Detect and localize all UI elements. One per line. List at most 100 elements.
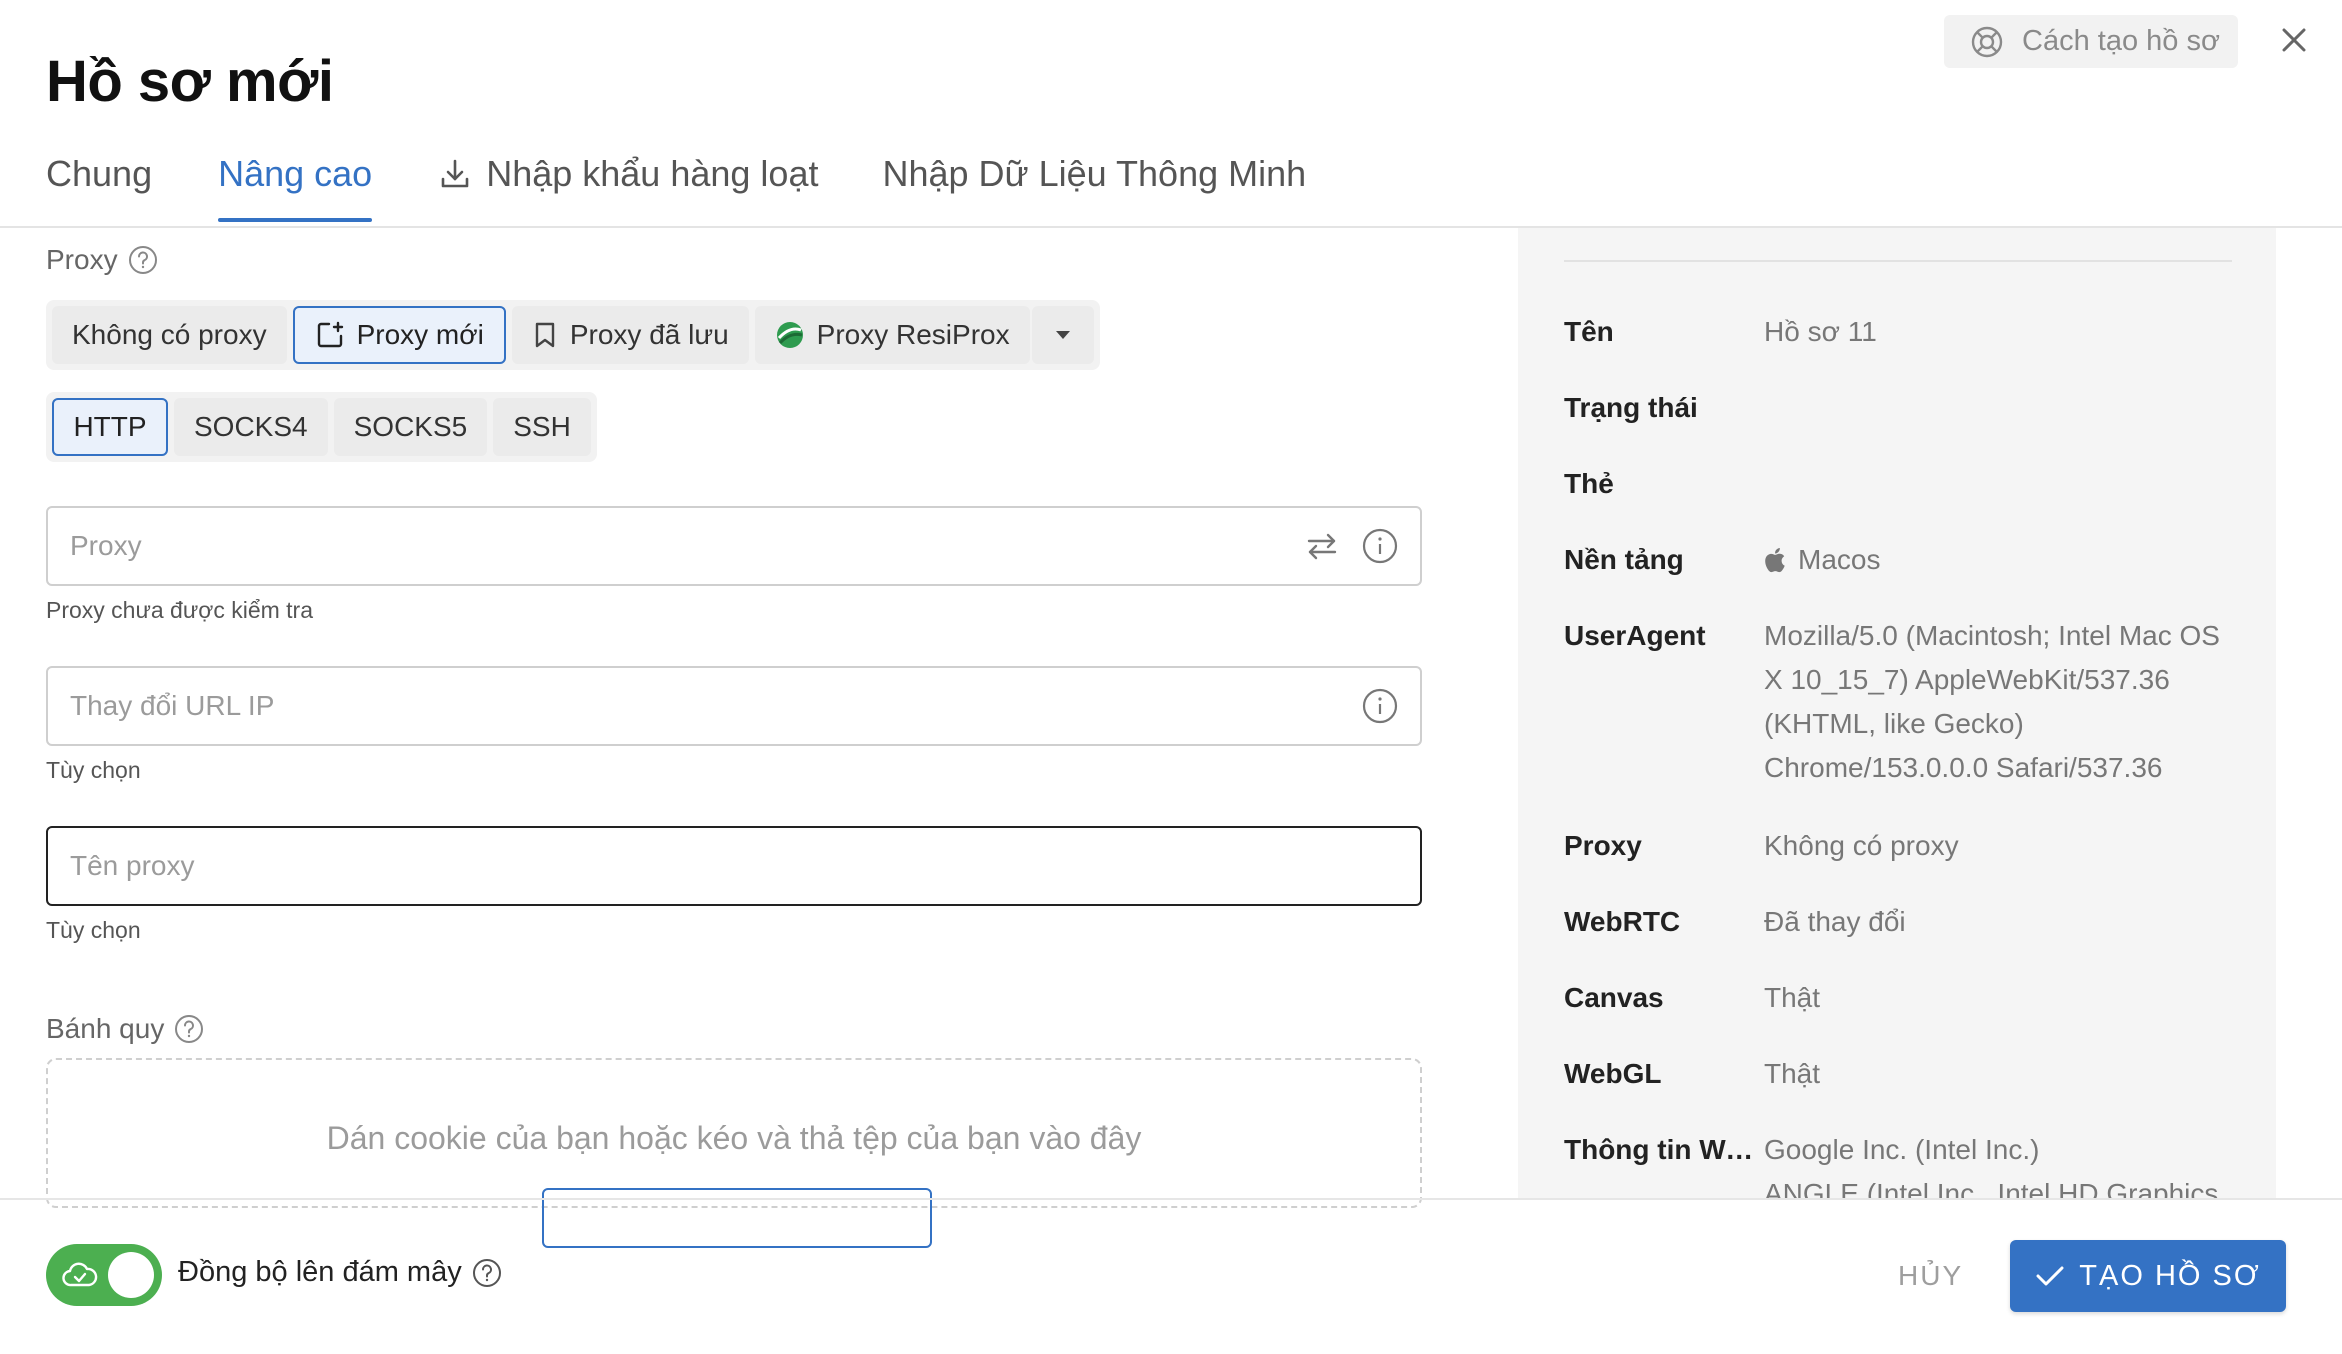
footer-divider <box>0 1198 2342 1200</box>
download-icon <box>438 157 472 191</box>
tab-advanced-label: Nâng cao <box>218 153 373 194</box>
summary-key: Proxy <box>1564 830 1642 861</box>
proxy-section-title: Proxy <box>46 244 118 275</box>
how-to-create-profile-button[interactable]: Cách tạo hồ sơ <box>1944 15 2238 68</box>
summary-row-useragent: UserAgent Mozilla/5.0 (Macintosh; Intel … <box>1564 614 2224 790</box>
close-button[interactable] <box>2272 18 2316 62</box>
create-profile-button[interactable]: TẠO HỒ SƠ <box>2010 1240 2286 1312</box>
help-icon[interactable] <box>472 1258 502 1288</box>
saved-proxy-label: Proxy đã lưu <box>569 319 729 350</box>
summary-value: Thật <box>1764 1058 1821 1089</box>
cookie-upload-button[interactable] <box>542 1188 932 1248</box>
summary-key: Thông tin We... <box>1564 1134 1764 1165</box>
summary-value: ANGLE (Intel Inc., Intel HD Graphics <box>1764 1178 2219 1198</box>
resiprox-option[interactable]: Proxy ResiProx <box>754 306 1030 364</box>
summary-value: Thật <box>1764 982 1821 1013</box>
proxy-name-helper-text: Tùy chọn <box>46 917 141 943</box>
cloud-sync-label: Đồng bộ lên đám mây <box>178 1256 502 1289</box>
proxy-name-input[interactable] <box>70 850 1398 882</box>
tab-bulk-import[interactable]: Nhập khẩu hàng loạt <box>438 140 818 208</box>
summary-value: Mozilla/5.0 (Macintosh; Intel Mac OS X 1… <box>1764 620 2220 783</box>
toggle-knob <box>108 1252 154 1298</box>
resiprox-label: Proxy ResiProx <box>816 319 1010 350</box>
type-socks5-label: SOCKS5 <box>353 411 468 442</box>
apple-icon <box>1764 547 1786 573</box>
no-proxy-option[interactable]: Không có proxy <box>52 306 287 364</box>
proxy-provider-dropdown[interactable] <box>1031 306 1094 364</box>
close-icon <box>2280 26 2308 54</box>
summary-platform-value: Macos <box>1798 544 1881 575</box>
summary-key: Nền tảng <box>1564 544 1684 575</box>
type-ssh-option[interactable]: SSH <box>493 398 591 456</box>
check-icon <box>2035 1264 2065 1288</box>
summary-row-proxy: Proxy Không có proxy <box>1564 824 2234 868</box>
summary-row-platform: Nền tảng Macos <box>1564 538 2234 582</box>
type-http-option[interactable]: HTTP <box>52 398 168 456</box>
summary-key: Tên <box>1564 316 1614 347</box>
info-icon[interactable] <box>1362 528 1398 564</box>
proxy-type-selector: HTTP SOCKS4 SOCKS5 SSH <box>46 392 597 462</box>
type-socks5-option[interactable]: SOCKS5 <box>333 398 488 456</box>
bookmark-icon <box>532 321 558 349</box>
tab-smart-import-label: Nhập Dữ Liệu Thông Minh <box>882 153 1307 194</box>
summary-row-webgl-info-cont: ANGLE (Intel Inc., Intel HD Graphics <box>1564 1172 2234 1198</box>
summary-row-canvas: Canvas Thật <box>1564 976 2234 1020</box>
summary-value: Đã thay đổi <box>1764 906 1906 937</box>
summary-value <box>1764 386 2234 430</box>
summary-key: WebRTC <box>1564 906 1681 937</box>
resiprox-logo-icon <box>775 320 805 350</box>
summary-value: Macos <box>1764 538 2234 582</box>
new-proxy-label: Proxy mới <box>356 319 484 350</box>
how-to-create-profile-label: Cách tạo hồ sơ <box>2022 25 2220 57</box>
tab-smart-import[interactable]: Nhập Dữ Liệu Thông Minh <box>882 140 1306 208</box>
summary-divider <box>1564 260 2232 262</box>
proxy-mode-selector: Không có proxy Proxy mới Proxy đã lưu Pr… <box>46 300 1100 370</box>
proxy-helper-text: Proxy chưa được kiểm tra <box>46 597 314 623</box>
type-socks4-label: SOCKS4 <box>194 411 308 442</box>
swap-icon[interactable] <box>1306 531 1338 561</box>
proxy-name-wrapper <box>46 826 1422 906</box>
summary-row-webgl: WebGL Thật <box>1564 1052 2234 1096</box>
summary-key: UserAgent <box>1564 620 1706 651</box>
cookie-dropzone-text: Dán cookie của bạn hoặc kéo và thả tệp c… <box>326 1120 1142 1156</box>
proxy-input-wrapper <box>46 506 1422 586</box>
summary-value: Hồ sơ 11 <box>1764 316 1877 347</box>
summary-value: Google Inc. (Intel Inc.) <box>1764 1134 2040 1165</box>
cookies-section-title: Bánh quy <box>46 1013 165 1044</box>
saved-proxy-option[interactable]: Proxy đã lưu <box>511 306 749 364</box>
cancel-button[interactable]: HỦY <box>1898 1240 1963 1312</box>
change-ip-url-input[interactable] <box>70 690 1362 722</box>
tab-advanced[interactable]: Nâng cao <box>218 140 373 222</box>
cookies-section-label: Bánh quy <box>46 1013 204 1045</box>
summary-row-name: Tên Hồ sơ 11 <box>1564 310 2234 354</box>
summary-key <box>1564 1172 1764 1198</box>
type-http-label: HTTP <box>73 411 147 442</box>
cookie-dropzone[interactable]: Dán cookie của bạn hoặc kéo và thả tệp c… <box>46 1058 1422 1248</box>
help-icon[interactable] <box>128 245 158 275</box>
summary-row-tags: Thẻ <box>1564 462 2234 506</box>
summary-key: Thẻ <box>1564 468 1614 499</box>
cloud-sync-toggle[interactable] <box>46 1244 162 1306</box>
add-box-icon <box>315 320 345 350</box>
help-icon[interactable] <box>174 1014 204 1044</box>
change-ip-helper-text: Tùy chọn <box>46 757 141 783</box>
change-ip-url-wrapper <box>46 666 1422 746</box>
proxy-input[interactable] <box>70 530 1306 562</box>
summary-key: Canvas <box>1564 982 1664 1013</box>
proxy-section-label: Proxy <box>46 244 158 276</box>
summary-key: WebGL <box>1564 1058 1662 1089</box>
tab-general[interactable]: Chung <box>46 140 152 208</box>
lifebuoy-icon <box>1970 25 2004 59</box>
page-title: Hồ sơ mới <box>46 49 334 114</box>
type-socks4-option[interactable]: SOCKS4 <box>174 398 328 456</box>
tab-general-label: Chung <box>46 153 153 194</box>
type-ssh-label: SSH <box>513 411 571 442</box>
summary-row-webrtc: WebRTC Đã thay đổi <box>1564 900 2234 944</box>
cloud-sync-icon <box>62 1261 98 1289</box>
info-icon[interactable] <box>1362 688 1398 724</box>
summary-value: Không có proxy <box>1764 830 1959 861</box>
new-proxy-option[interactable]: Proxy mới <box>292 306 506 364</box>
profile-summary-panel: Tên Hồ sơ 11 Trạng thái Thẻ Nền tảng Mac… <box>1518 228 2276 1198</box>
cloud-sync-text: Đồng bộ lên đám mây <box>178 1256 462 1288</box>
caret-down-icon <box>1054 329 1072 341</box>
